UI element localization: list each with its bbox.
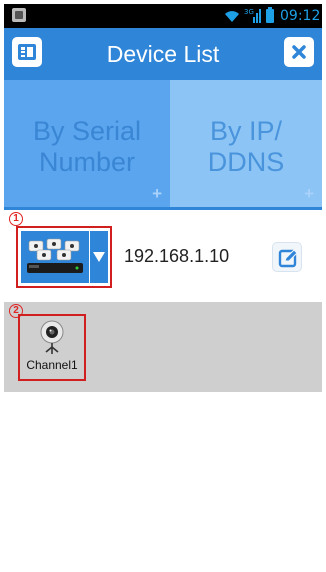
network-type: 3G: [244, 8, 254, 16]
channel-label: Channel1: [26, 358, 78, 372]
status-bar: 3G 09:12: [4, 4, 322, 28]
empty-area: [4, 392, 322, 568]
tab-by-ip-ddns[interactable]: By IP/ DDNS +: [170, 80, 322, 210]
device-row[interactable]: 1 192.168.1.10: [4, 210, 322, 302]
webcam-icon: [40, 320, 64, 354]
device-thumbnail[interactable]: [21, 231, 89, 283]
add-icon: +: [304, 184, 314, 203]
edit-button[interactable]: [272, 242, 302, 272]
tab-by-serial-number[interactable]: By Serial Number +: [4, 80, 170, 210]
menu-button[interactable]: [12, 37, 42, 67]
callout-marker: 1: [9, 212, 23, 226]
edit-icon: [278, 249, 298, 268]
close-icon: [292, 45, 306, 59]
add-icon: +: [152, 184, 162, 203]
battery-icon: [266, 7, 274, 23]
device-dropdown-button[interactable]: [90, 231, 108, 283]
close-button[interactable]: [284, 37, 314, 67]
status-time: 09:12: [280, 8, 321, 24]
channel-panel: 2 Channel1: [4, 302, 322, 392]
tab-label: By Serial Number: [32, 116, 142, 177]
menu-panel-icon: [18, 44, 36, 60]
tab-bar: By Serial Number + By IP/ DDNS +: [4, 80, 322, 210]
tab-label: By IP/ DDNS: [207, 116, 285, 177]
wifi-icon: [225, 11, 239, 22]
signal-icon: 3G: [244, 8, 261, 23]
nvr-cameras-icon: [27, 238, 83, 273]
device-list-screen: 3G 09:12 Device List By Serial Number + …: [4, 4, 322, 568]
device-address: 192.168.1.10: [124, 246, 230, 266]
notification-icon: [12, 8, 26, 22]
title-bar: Device List: [4, 28, 322, 80]
page-title: Device List: [106, 41, 220, 67]
